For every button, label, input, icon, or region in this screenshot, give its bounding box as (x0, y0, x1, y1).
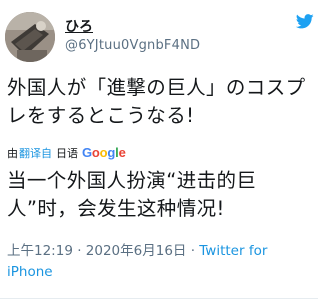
tweet-timestamp[interactable]: 上午12:19 · 2020年6月16日 · (7, 243, 199, 259)
translate-link[interactable]: 翻译自 (19, 145, 52, 161)
tweet-card: ひろ @6YJtuu0VgnbF4ND 外国人が「進撃の巨人」のコスプレをすると… (0, 0, 318, 302)
avatar[interactable] (5, 12, 55, 62)
translation-by-label: 由 (7, 147, 18, 160)
tweet-meta: 上午12:19 · 2020年6月16日 · Twitter for iPhon… (7, 241, 307, 283)
google-logo-letter: o (91, 145, 100, 160)
user-display-name[interactable]: ひろ (65, 16, 93, 36)
google-logo: Google (82, 145, 126, 161)
avatar-photo (5, 12, 55, 62)
divider (0, 298, 318, 299)
twitter-bird-icon[interactable] (296, 14, 314, 29)
user-handle[interactable]: @6YJtuu0VgnbF4ND (65, 38, 200, 53)
translated-text: 当一个外国人扮演“进击的巨人”时，会发生这种情况! (7, 169, 257, 220)
google-logo-letter: e (118, 145, 126, 160)
translation-bar: 由 翻译自 日语 Google (7, 145, 126, 161)
google-logo-letter: g (107, 145, 116, 160)
tweet-text: 外国人が「進撃の巨人」のコスプレをするとこうなる! (7, 76, 306, 127)
google-logo-letter: G (82, 145, 92, 160)
source-language: 日语 (56, 147, 78, 160)
